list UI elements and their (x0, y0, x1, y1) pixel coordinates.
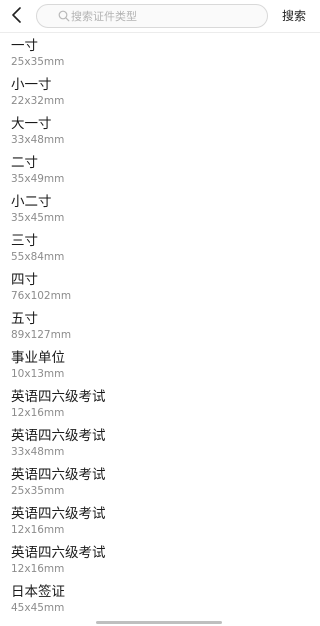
item-size: 89x127mm (11, 329, 72, 341)
search-button[interactable]: 搜索 (282, 8, 306, 24)
item-size: 35x49mm (11, 173, 65, 185)
list-item-small-2-inch[interactable]: 小二寸 35x45mm (0, 189, 320, 228)
list-item-1-inch[interactable]: 一寸 25x35mm (0, 33, 320, 72)
list-item-2-inch[interactable]: 二寸 35x49mm (0, 150, 320, 189)
item-name: 三寸 (11, 233, 38, 249)
back-button[interactable] (6, 4, 28, 26)
item-name: 一寸 (11, 38, 38, 54)
list-item-cet-exam[interactable]: 英语四六级考试 12x16mm (0, 384, 320, 423)
search-icon (58, 10, 70, 22)
item-size: 76x102mm (11, 290, 72, 302)
item-name: 二寸 (11, 155, 38, 171)
item-name: 事业单位 (11, 350, 65, 366)
item-name: 小一寸 (11, 77, 52, 93)
chevron-left-icon (12, 7, 21, 23)
item-name: 英语四六级考试 (11, 506, 106, 522)
item-name: 英语四六级考试 (11, 545, 106, 561)
item-name: 五寸 (11, 311, 38, 327)
item-name: 日本签证 (11, 584, 65, 600)
list-item-cet-exam[interactable]: 英语四六级考试 25x35mm (0, 462, 320, 501)
item-size: 55x84mm (11, 251, 65, 263)
item-size: 35x45mm (11, 212, 65, 224)
list-item-public-institution[interactable]: 事业单位 10x13mm (0, 345, 320, 384)
list-item-japan-visa[interactable]: 日本签证 45x45mm (0, 579, 320, 618)
item-size: 22x32mm (11, 95, 65, 107)
item-size: 10x13mm (11, 368, 65, 380)
item-size: 25x35mm (11, 56, 65, 68)
list-item-large-1-inch[interactable]: 大一寸 33x48mm (0, 111, 320, 150)
list-item-cet-exam[interactable]: 英语四六级考试 12x16mm (0, 501, 320, 540)
list-item-small-1-inch[interactable]: 小一寸 22x32mm (0, 72, 320, 111)
home-indicator (96, 621, 222, 624)
item-name: 英语四六级考试 (11, 467, 106, 483)
list-item-cet-exam[interactable]: 英语四六级考试 33x48mm (0, 423, 320, 462)
item-size: 12x16mm (11, 524, 65, 536)
item-size: 12x16mm (11, 407, 65, 419)
list-item-cet-exam[interactable]: 英语四六级考试 12x16mm (0, 540, 320, 579)
id-type-list: 一寸 25x35mm 小一寸 22x32mm 大一寸 33x48mm 二寸 35… (0, 33, 320, 618)
item-name: 英语四六级考试 (11, 389, 106, 405)
list-item-4-inch[interactable]: 四寸 76x102mm (0, 267, 320, 306)
item-name: 四寸 (11, 272, 38, 288)
item-size: 45x45mm (11, 602, 65, 614)
item-name: 大一寸 (11, 116, 52, 132)
item-size: 33x48mm (11, 446, 65, 458)
item-size: 33x48mm (11, 134, 65, 146)
search-box[interactable] (36, 4, 268, 28)
item-size: 25x35mm (11, 485, 65, 497)
top-bar: 搜索 (0, 0, 320, 33)
item-name: 小二寸 (11, 194, 52, 210)
item-size: 12x16mm (11, 563, 65, 575)
search-input[interactable] (71, 6, 261, 26)
list-item-5-inch[interactable]: 五寸 89x127mm (0, 306, 320, 345)
item-name: 英语四六级考试 (11, 428, 106, 444)
list-item-3-inch[interactable]: 三寸 55x84mm (0, 228, 320, 267)
